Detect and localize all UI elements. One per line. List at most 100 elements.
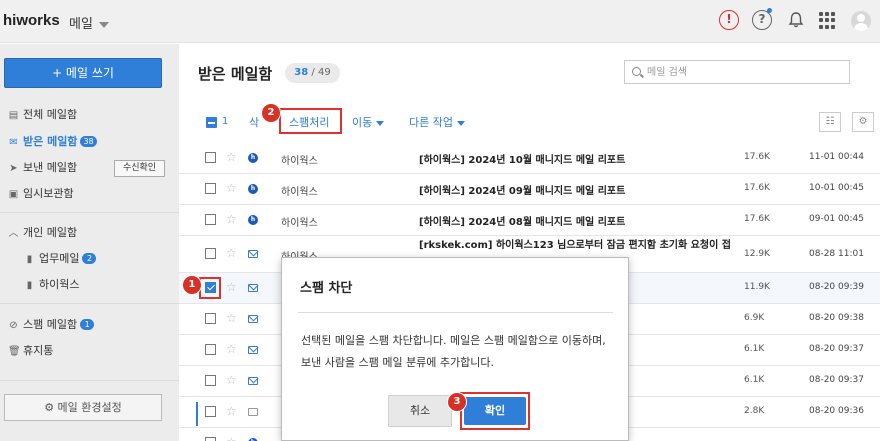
star-icon[interactable]: ☆ xyxy=(226,404,237,418)
sidebar-divider xyxy=(0,303,179,304)
table-row[interactable]: ☆ h 하이웍스 [하이웍스] 2024년 10월 매니지드 메일 리포트 17.6… xyxy=(179,143,880,174)
mail-subject[interactable]: [rkskek.com] 하이웍스123 님으로부터 잠금 편지함 초기화 요청… xyxy=(419,239,739,252)
envelope-icon xyxy=(248,315,258,323)
star-icon[interactable]: ☆ xyxy=(226,311,237,325)
dialog-title: 스팸 차단 xyxy=(300,281,353,296)
sidebar-item-all-mail[interactable]: ▤ 전체 메일함 xyxy=(8,106,77,124)
row-checkbox[interactable] xyxy=(205,406,216,417)
mail-size: 6.1K xyxy=(744,344,765,354)
bookmark-icon: ▮ xyxy=(26,280,33,291)
hiworks-icon: h xyxy=(248,184,258,194)
mail-size: 17.6K xyxy=(744,214,770,224)
list-view-icon[interactable]: ☷ xyxy=(819,112,841,132)
star-icon[interactable]: ☆ xyxy=(226,150,237,164)
mail-date: 08-28 11:01 xyxy=(809,249,864,259)
block-icon: ⊘ xyxy=(9,320,18,331)
delete-button[interactable]: 삭 xyxy=(249,114,259,130)
envelope-icon xyxy=(248,250,258,258)
alert-icon[interactable]: ! xyxy=(719,10,739,30)
compose-button[interactable]: + 메일 쓰기 xyxy=(4,58,162,88)
row-checkbox[interactable] xyxy=(205,183,216,194)
inbox-icon: ✉ xyxy=(9,137,18,148)
sidebar-item-trash[interactable]: 🗑 휴지통 xyxy=(8,342,53,360)
sidebar-item-label: 하이웍스 xyxy=(39,278,80,291)
app-switcher[interactable]: 메일 xyxy=(69,13,109,32)
mail-subject[interactable]: [하이웍스] 2024년 08월 매니지드 메일 리포트 xyxy=(419,213,625,228)
move-button[interactable]: 이동 xyxy=(352,114,385,130)
star-icon[interactable]: ☆ xyxy=(226,435,237,441)
sidebar-item-sent[interactable]: ➤ 보낸 메일함 xyxy=(8,159,77,177)
cancel-button[interactable]: 취소 xyxy=(388,395,452,427)
table-row[interactable]: ☆ h 하이웍스 [하이웍스] 2024년 09월 매니지드 메일 리포트 17.6… xyxy=(179,174,880,205)
step-badge-1: 1 xyxy=(183,276,201,294)
mail-subject[interactable]: [하이웍스] 2024년 10월 매니지드 메일 리포트 xyxy=(419,151,625,166)
mail-date: 11-01 00:44 xyxy=(809,152,864,162)
sidebar-item-label: 개인 메일함 xyxy=(23,226,78,239)
read-receipt-button[interactable]: 수신확인 xyxy=(114,160,165,177)
mail-date: 08-20 09:38 xyxy=(809,313,864,323)
row-focus-indicator xyxy=(196,402,198,426)
gear-icon[interactable]: ⚙ xyxy=(852,112,874,132)
more-actions-button[interactable]: 다른 작업 xyxy=(409,114,465,130)
envelope-icon xyxy=(248,284,258,292)
mail-size: 6.1K xyxy=(744,375,765,385)
unread-badge: 2 xyxy=(82,253,97,264)
avatar[interactable] xyxy=(851,11,871,31)
mail-size: 2.8K xyxy=(744,406,765,416)
help-icon[interactable]: ? xyxy=(752,10,772,30)
sidebar-item-label: 휴지통 xyxy=(23,344,54,357)
sidebar: + 메일 쓰기 ▤ 전체 메일함 ✉ 받은 메일함 38 ➤ 보낸 메일함 수신확인 ▣… xyxy=(0,44,179,441)
chevron-down-icon xyxy=(456,120,465,126)
sidebar-item-hiworks[interactable]: ▮ 하이웍스 xyxy=(24,276,80,294)
search-icon xyxy=(632,67,641,76)
row-checkbox[interactable] xyxy=(205,248,216,259)
hiworks-icon: h xyxy=(248,215,258,225)
bookmark-icon: ▮ xyxy=(26,254,33,265)
dialog-message: 선택된 메일을 스팸 차단합니다. 메일은 스팸 메일함으로 이동하며, 보낸 … xyxy=(301,334,606,369)
star-icon[interactable]: ☆ xyxy=(226,342,237,356)
star-icon[interactable]: ☆ xyxy=(226,246,237,260)
mail-size: 6.9K xyxy=(744,313,765,323)
mail-size: 12.9K xyxy=(744,249,770,259)
search-input[interactable] xyxy=(647,64,842,80)
row-checkbox[interactable] xyxy=(205,313,216,324)
sidebar-item-drafts[interactable]: ▣ 임시보관함 xyxy=(8,185,74,203)
chevron-down-icon xyxy=(376,120,385,126)
mail-size: 11.9K xyxy=(744,282,770,292)
star-icon[interactable]: ☆ xyxy=(226,280,237,294)
select-all-checkbox[interactable] xyxy=(206,117,217,128)
row-checkbox[interactable] xyxy=(205,344,216,355)
spam-button-highlight xyxy=(279,108,342,134)
row-checkbox[interactable] xyxy=(205,375,216,386)
send-icon: ➤ xyxy=(9,163,18,174)
mail-date: 08-20 09:37 xyxy=(809,344,864,354)
sidebar-item-work-mail[interactable]: ▮ 업무메일 2 xyxy=(24,250,97,268)
sidebar-divider xyxy=(0,380,179,381)
confirm-button[interactable]: 확인 xyxy=(464,397,526,425)
star-icon[interactable]: ☆ xyxy=(226,373,237,387)
mail-sender: 하이웍스 xyxy=(281,187,318,198)
envelope-icon xyxy=(248,346,258,354)
hiworks-icon: h xyxy=(248,153,258,163)
table-row[interactable]: ☆ h 하이웍스 [하이웍스] 2024년 08월 매니지드 메일 리포트 17.6… xyxy=(179,205,880,236)
mail-subject[interactable]: [하이웍스] 2024년 09월 매니지드 메일 리포트 xyxy=(419,182,625,197)
apps-grid-icon[interactable] xyxy=(819,12,836,29)
sidebar-item-spam[interactable]: ⊘ 스팸 메일함 1 xyxy=(8,316,95,334)
step-badge-3: 3 xyxy=(448,393,466,411)
star-icon[interactable]: ☆ xyxy=(226,181,237,195)
hiworks-logo[interactable]: hiworks xyxy=(3,12,60,29)
mail-date: 08-20 09:37 xyxy=(809,375,864,385)
bell-icon[interactable] xyxy=(786,10,806,30)
unread-count: 38 xyxy=(294,67,309,78)
row-checkbox[interactable] xyxy=(205,214,216,225)
dialog-divider xyxy=(298,312,613,313)
sidebar-item-label: 받은 메일함 xyxy=(23,135,78,148)
row-checkbox[interactable] xyxy=(205,152,216,163)
sidebar-item-label: 전체 메일함 xyxy=(23,108,78,121)
row-checkbox[interactable] xyxy=(205,437,216,441)
star-icon[interactable]: ☆ xyxy=(226,212,237,226)
sidebar-item-personal-folders[interactable]: ︿ 개인 메일함 xyxy=(8,224,78,242)
search-box[interactable] xyxy=(624,60,850,84)
sidebar-item-inbox[interactable]: ✉ 받은 메일함 38 xyxy=(8,133,97,151)
mail-settings-button[interactable]: ⚙ 메일 환경설정 xyxy=(4,394,162,421)
